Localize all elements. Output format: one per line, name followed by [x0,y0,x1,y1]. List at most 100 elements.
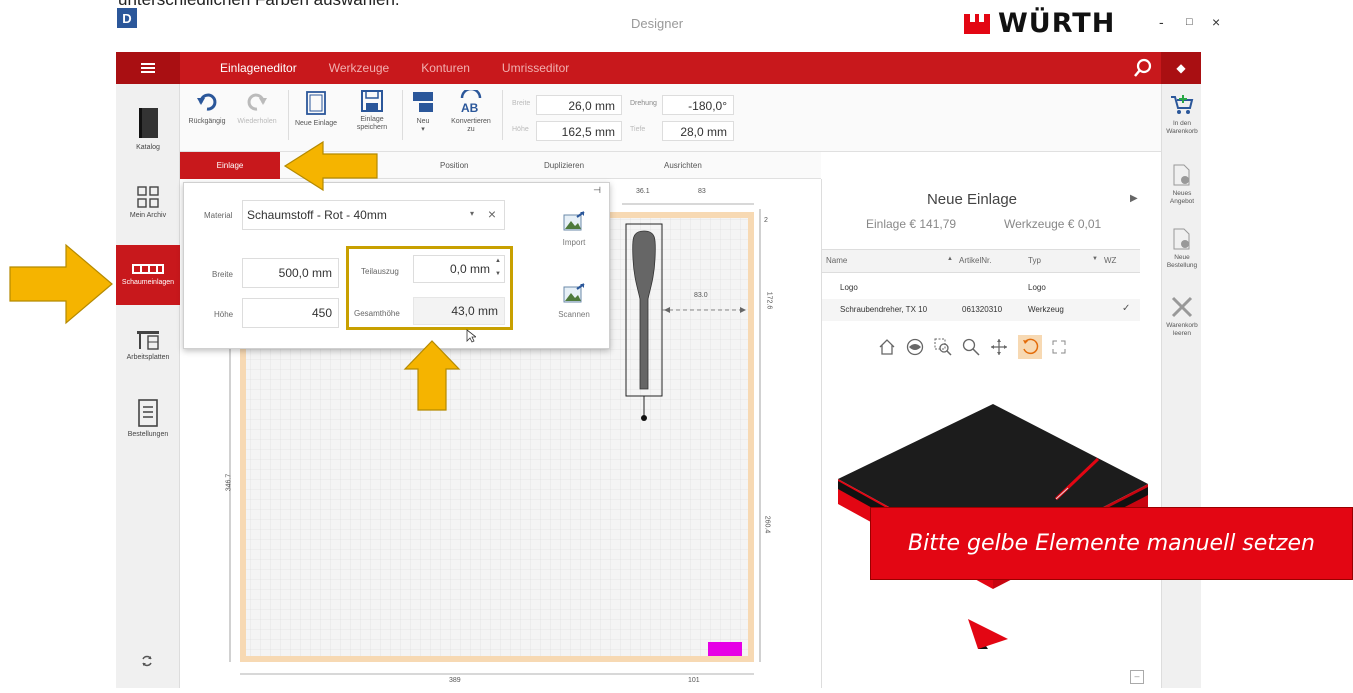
material-select[interactable]: Schaumstoff - Rot - 40mm ▾ × [242,200,505,230]
table-row[interactable]: Logo Logo [822,277,1140,299]
drehung-field[interactable]: -180,0° [662,95,734,115]
dim-inner: 83.0 [694,292,708,299]
new-insert-button[interactable]: Neue Einlage [292,90,340,128]
row-name: Logo [840,283,858,292]
minimize-button[interactable]: - [1159,14,1164,30]
new-order-icon [1173,228,1190,250]
sidebar-item-label: Arbeitsplatten [126,354,170,361]
wz-checkbox[interactable]: ✓ [1122,303,1130,314]
breite-label: Breite [212,270,233,279]
separator [402,90,403,140]
new-offer-button[interactable]: Neues Angebot [1162,164,1202,206]
redo-button[interactable]: Wiederholen [236,90,278,126]
hamburger-menu-button[interactable] [116,52,180,84]
tab-einlageneditor[interactable]: Einlageneditor [204,52,313,84]
clear-icon[interactable]: × [488,206,496,222]
zoom-region-icon[interactable] [934,338,952,356]
subtab-position[interactable]: Position [440,152,468,179]
col-name[interactable]: Name [826,256,847,265]
sidebar-item-schaumeinlagen[interactable]: Schaumeinlagen [116,245,180,305]
maximize-button[interactable]: □ [1186,16,1193,28]
collapse-toggle-button[interactable]: ◆ [1161,52,1201,84]
row-typ: Logo [1028,283,1046,292]
save-button[interactable]: Einlage speichern [352,90,392,132]
fullscreen-icon[interactable] [1052,340,1066,354]
subtab-duplizieren[interactable]: Duplizieren [544,152,584,179]
subtab-einlage[interactable]: Einlage [180,152,280,179]
import-button[interactable]: Import [539,211,609,248]
new-order-label: Neue Bestellung [1166,254,1198,269]
close-button[interactable]: × [1212,14,1220,30]
col-typ[interactable]: Typ [1028,256,1041,265]
wurth-logo: WÜRTH [962,8,1115,39]
hoehe-field[interactable]: 162,5 mm [536,121,622,141]
tiefe-field[interactable]: 28,0 mm [662,121,734,141]
einlage-settings-panel: ⊣ Material Schaumstoff - Rot - 40mm ▾ × … [183,182,610,349]
dim-top-1: 36.1 [636,188,650,195]
row-typ: Werkzeug [1028,305,1064,314]
insert-title: Neue Einlage [926,191,1018,208]
material-label: Material [204,211,233,220]
col-artikel[interactable]: ArtikelNr. [959,256,991,265]
dim-left: 346.7 [225,473,233,492]
separator [288,90,289,140]
table-header: Name ▲ ArtikelNr. Typ ▼ WZ [822,249,1140,273]
svg-text:AB: AB [461,101,479,114]
tiefe-label: Tiefe [630,126,646,133]
undo-button[interactable]: Rückgängig [186,90,228,126]
tab-konturen[interactable]: Konturen [405,52,486,84]
arrow-up-annotation [403,340,461,411]
table-row[interactable]: Schraubendreher, TX 10 061320310 Werkzeu… [822,299,1140,321]
mouse-cursor-icon [466,329,476,343]
sort-asc-icon: ▲ [947,256,953,262]
undo-icon [197,93,217,111]
highlight-frame [346,246,513,330]
separator [502,90,503,140]
sidebar-item-bestellungen[interactable]: Bestellungen [116,399,180,438]
convert-button[interactable]: AB Konvertieren zu [448,90,494,134]
clear-cart-button[interactable]: Warenkorb leeren [1162,296,1202,338]
top-menu-bar: Einlageneditor Werkzeuge Konturen Umriss… [116,52,1201,84]
grid-icon [137,186,159,208]
tab-werkzeuge[interactable]: Werkzeuge [313,52,405,84]
filter-icon[interactable]: ▼ [1092,256,1098,262]
new-label: Neu [416,118,430,125]
new-dropdown-button[interactable]: Neu ▾ [408,90,438,134]
material-value: Schaumstoff - Rot - 40mm [247,208,387,222]
home-icon[interactable] [878,338,896,356]
expand-arrow-icon[interactable]: ▶ [1130,193,1138,204]
minimize-panel-icon[interactable]: – [1130,670,1144,684]
scannen-label: Scannen [558,310,590,319]
einlage-price: Einlage € 141,79 [866,217,957,231]
hoehe-label: Höhe [512,126,529,133]
tab-umrisseditor[interactable]: Umrisseditor [486,52,585,84]
add-to-cart-button[interactable]: In den Warenkorb [1162,94,1202,136]
pin-icon[interactable]: ⊣ [593,185,601,196]
sidebar-item-label: Schaumeinlagen [121,279,175,286]
redo-icon [247,93,267,111]
breite-field[interactable]: 26,0 mm [536,95,622,115]
zoom-icon[interactable] [962,338,980,356]
scannen-button[interactable]: Scannen [539,283,609,320]
subtab-ausrichten[interactable]: Ausrichten [664,152,702,179]
chevron-down-icon: ▾ [421,126,425,133]
breite-input[interactable]: 500,0 mm [242,258,339,288]
hamburger-icon [141,63,155,73]
sidebar-item-katalog[interactable]: Katalog [116,106,180,151]
search-icon[interactable] [1133,58,1153,78]
convert-label: Konvertieren zu [451,118,491,133]
sync-icon[interactable] [140,654,154,668]
cart-add-icon [1171,95,1194,114]
pan-icon[interactable] [990,338,1008,356]
hoehe-input[interactable]: 450 [242,298,339,328]
add-to-cart-label: In den Warenkorb [1166,120,1198,135]
werkzeuge-price: Werkzeuge € 0,01 [1004,217,1102,231]
col-wz[interactable]: WZ [1104,256,1116,265]
sub-tabs: Einlage Position Duplizieren Ausrichten [180,152,821,179]
arrow-right-annotation [9,243,113,325]
new-order-button[interactable]: Neue Bestellung [1162,228,1202,270]
sidebar-item-mein-archiv[interactable]: Mein Archiv [116,186,180,219]
sidebar-item-arbeitsplatten[interactable]: Arbeitsplatten [116,330,180,361]
eye-icon[interactable] [906,338,924,356]
rotate-button[interactable] [1018,335,1042,359]
